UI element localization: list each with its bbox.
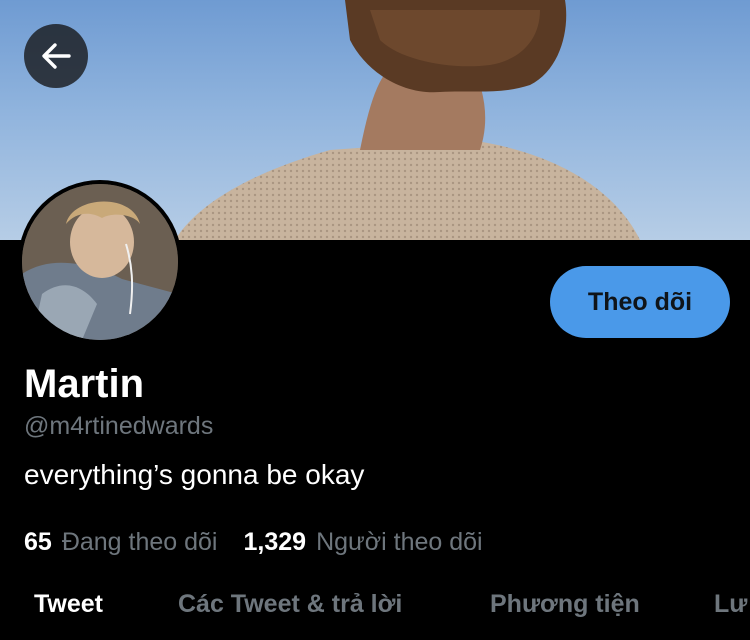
avatar-image	[22, 184, 178, 340]
profile-bio: everything’s gonna be okay	[24, 459, 365, 490]
tab-tweets-and-replies[interactable]: Các Tweet & trả lời	[178, 590, 402, 619]
avatar[interactable]	[18, 180, 182, 344]
tab-tweets[interactable]: Tweet	[34, 590, 103, 619]
tab-likes[interactable]: Lư	[714, 590, 747, 619]
following-label: Đang theo dõi	[61, 528, 218, 556]
profile-name: Martin	[24, 362, 144, 406]
following-count: 65	[24, 528, 52, 556]
follow-button[interactable]: Theo dõi	[550, 266, 730, 338]
followers-count: 1,329	[243, 528, 307, 556]
profile-stats: 65 Đang theo dõi 1,329 Người theo dõi	[24, 528, 483, 557]
profile-handle: @m4rtinedwards	[24, 412, 214, 440]
following-stat[interactable]: 65 Đang theo dõi	[24, 528, 218, 557]
arrow-left-icon	[42, 43, 71, 69]
tab-media[interactable]: Phương tiện	[490, 590, 640, 619]
followers-stat[interactable]: 1,329 Người theo dõi	[244, 528, 483, 557]
followers-label: Người theo dõi	[316, 528, 483, 556]
profile-tabs: Tweet Các Tweet & trả lời Phương tiện Lư	[0, 578, 750, 640]
back-button[interactable]	[24, 24, 88, 88]
